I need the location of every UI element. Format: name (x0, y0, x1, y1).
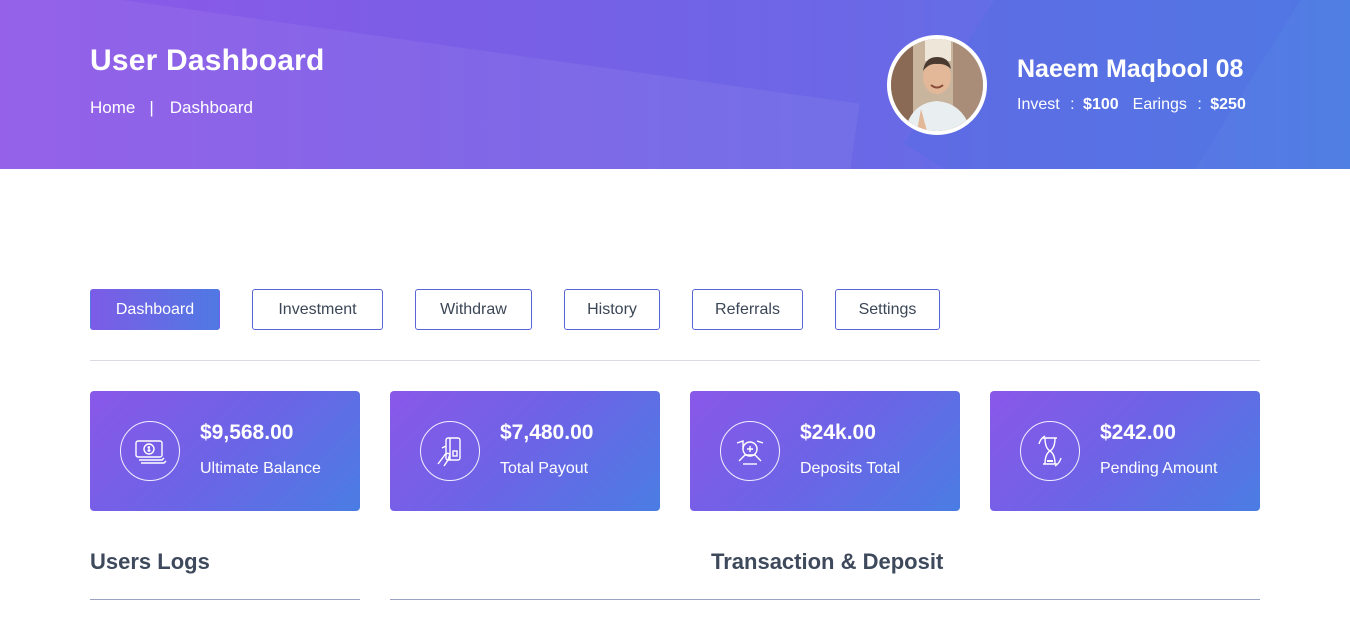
transaction-deposit-rule (390, 599, 1260, 600)
ultimate-balance-card: $9,568.00 Ultimate Balance (90, 391, 360, 511)
deposits-total-card: $24k.00 Deposits Total (690, 391, 960, 511)
user-photo (891, 39, 983, 131)
breadcrumb: Home | Dashboard (90, 98, 253, 118)
page-title: User Dashboard (90, 44, 325, 77)
ultimate-balance-amount: $9,568.00 (200, 421, 294, 444)
tab-settings[interactable]: Settings (835, 289, 940, 330)
breadcrumb-home-link[interactable]: Home (90, 98, 135, 118)
invest-label: Invest (1017, 96, 1060, 113)
avatar[interactable] (887, 35, 987, 135)
tabs-divider (90, 360, 1260, 361)
earnings-stat: Earings : $250 (1133, 96, 1246, 114)
total-payout-amount: $7,480.00 (500, 421, 594, 444)
earnings-colon: : (1197, 96, 1202, 113)
pending-amount-card: $242.00 Pending Amount (990, 391, 1260, 511)
earnings-value: $250 (1210, 96, 1246, 113)
hourglass-icon (1020, 421, 1080, 481)
tab-referrals[interactable]: Referrals (692, 289, 803, 330)
deposits-total-amount: $24k.00 (800, 421, 876, 444)
earnings-label: Earings (1132, 96, 1187, 113)
pending-amount-label: Pending Amount (1100, 460, 1218, 477)
tab-investment[interactable]: Investment (252, 289, 383, 330)
banner-decor-shape (0, 0, 860, 169)
breadcrumb-separator: | (149, 98, 154, 117)
money-bills-icon (120, 421, 180, 481)
ultimate-balance-label: Ultimate Balance (200, 460, 321, 477)
tab-history[interactable]: History (564, 289, 660, 330)
users-logs-rule (90, 599, 360, 600)
transaction-deposit-heading: Transaction & Deposit (711, 549, 944, 574)
total-payout-card: $7,480.00 Total Payout (390, 391, 660, 511)
tab-dashboard[interactable]: Dashboard (90, 289, 220, 330)
total-payout-label: Total Payout (500, 460, 589, 477)
tab-withdraw[interactable]: Withdraw (415, 289, 532, 330)
deposits-total-label: Deposits Total (800, 460, 901, 477)
profile-stats: Invest : $100 Earings : $250 (1017, 96, 1246, 114)
profile-name: Naeem Maqbool 08 (1017, 55, 1244, 83)
card-in-hand-icon (420, 421, 480, 481)
breadcrumb-current: Dashboard (169, 98, 253, 117)
invest-colon: : (1070, 96, 1075, 113)
users-logs-heading: Users Logs (90, 549, 210, 574)
invest-value: $100 (1083, 96, 1119, 113)
pending-amount-value: $242.00 (1100, 421, 1176, 444)
dashboard-header-banner: User Dashboard Home | Dashboard Naeem Ma… (0, 0, 1350, 169)
invest-stat: Invest : $100 (1017, 96, 1119, 114)
coin-deposit-icon (720, 421, 780, 481)
